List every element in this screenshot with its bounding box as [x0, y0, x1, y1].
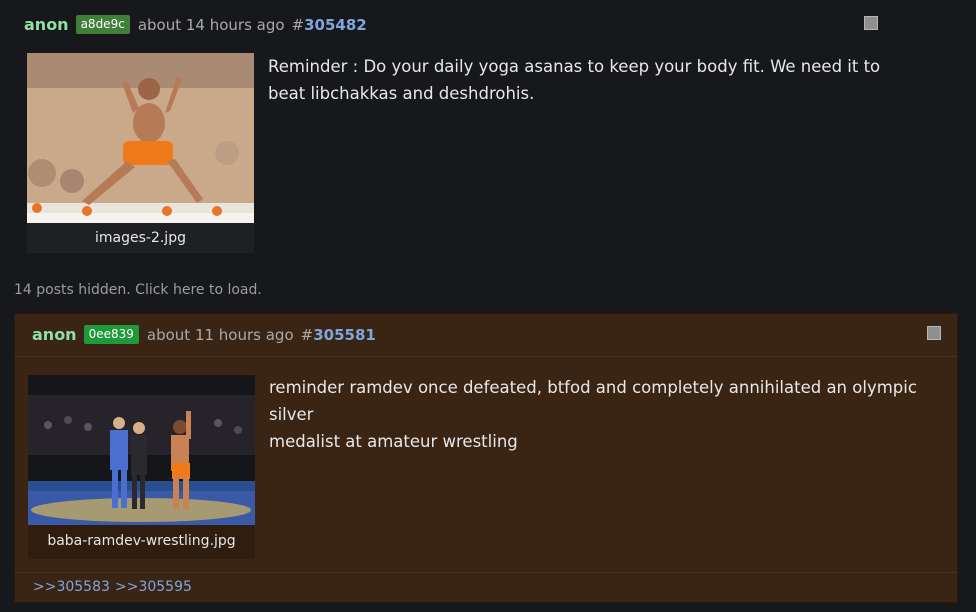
post-timestamp: about 14 hours ago: [137, 15, 285, 34]
post: anon a8de9c about 14 hours ago #305482 i…: [0, 0, 976, 270]
hash-symbol: #: [291, 15, 305, 34]
attachment-filename[interactable]: images-2.jpg: [27, 230, 254, 246]
post-number[interactable]: 305482: [304, 16, 367, 34]
attachment[interactable]: baba-ramdev-wrestling.jpg: [28, 375, 255, 559]
hash-symbol: #: [300, 325, 314, 344]
poster-id-badge[interactable]: 0ee839: [83, 325, 139, 344]
yoga-photo: [27, 53, 254, 223]
attachment-filename[interactable]: baba-ramdev-wrestling.jpg: [28, 533, 255, 549]
post-number-link[interactable]: #305581: [301, 326, 376, 344]
poster-id-badge[interactable]: a8de9c: [75, 15, 130, 34]
post-text-line: beat libchakkas and deshdrohis.: [268, 84, 535, 103]
post-body: Reminder : Do your daily yoga asanas to …: [268, 53, 908, 107]
highlighted-post: anon 0ee839 about 11 hours ago #305581 b…: [14, 313, 958, 603]
hidden-posts-link[interactable]: 14 posts hidden. Click here to load.: [14, 282, 262, 298]
post-timestamp: about 11 hours ago: [146, 325, 294, 344]
attachment[interactable]: images-2.jpg: [27, 53, 254, 253]
wrestling-photo: [28, 375, 255, 525]
post-header: anon a8de9c about 14 hours ago #305482: [24, 15, 367, 34]
post-body: reminder ramdev once defeated, btfod and…: [269, 374, 949, 455]
wrestling-thumbnail[interactable]: [28, 375, 255, 525]
backlink[interactable]: >>305595: [115, 579, 192, 595]
post-number[interactable]: 305581: [313, 326, 376, 344]
post-text-line: Reminder : Do your daily yoga asanas to …: [268, 57, 881, 76]
post-text-line: reminder ramdev once defeated, btfod and…: [269, 378, 917, 424]
poster-name: anon: [32, 325, 77, 344]
post-text-line: medalist at amateur wrestling: [269, 432, 518, 451]
yoga-thumbnail[interactable]: [27, 53, 254, 223]
poster-name: anon: [24, 15, 69, 34]
post-number-link[interactable]: #305482: [292, 16, 367, 34]
select-checkbox-icon[interactable]: [864, 16, 878, 30]
post-header: anon 0ee839 about 11 hours ago #305581: [32, 325, 376, 344]
select-checkbox-icon[interactable]: [927, 326, 941, 340]
backlink[interactable]: >>305583: [33, 579, 110, 595]
